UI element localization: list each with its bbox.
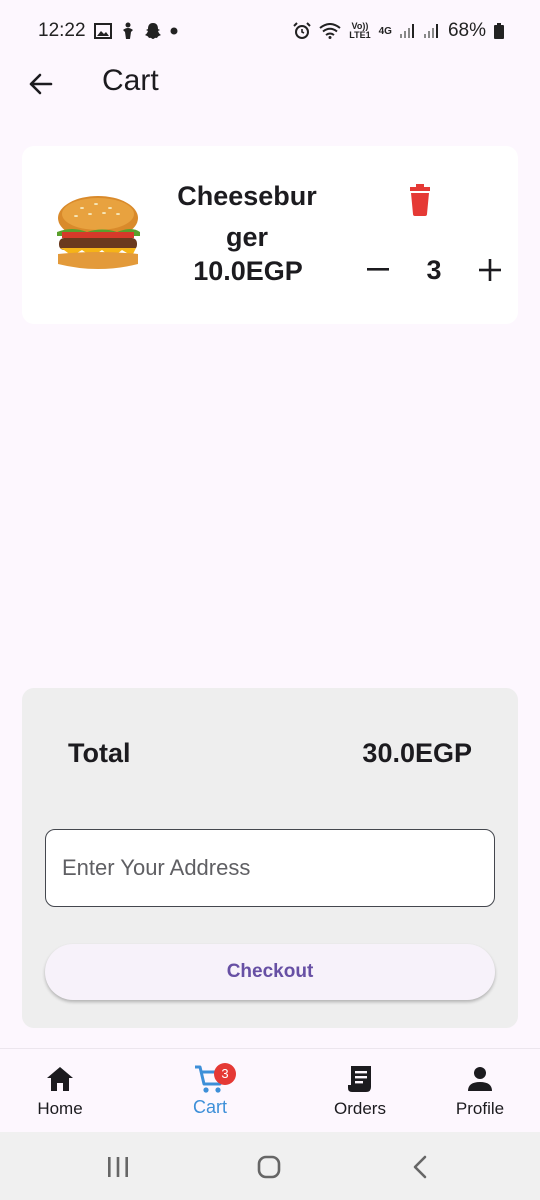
page-title: Cart bbox=[102, 64, 159, 97]
cart-icon: 3 bbox=[160, 1063, 260, 1095]
back-button[interactable] bbox=[24, 66, 56, 102]
item-name: Cheeseburger bbox=[177, 181, 317, 252]
system-back-button[interactable] bbox=[400, 1152, 440, 1182]
home-circle-icon bbox=[257, 1155, 281, 1179]
decrease-quantity-button[interactable] bbox=[364, 256, 392, 284]
recent-apps-icon bbox=[108, 1157, 128, 1177]
increase-quantity-button[interactable] bbox=[476, 256, 504, 284]
bottom-navigation: Home 3 Cart Orders Profile bbox=[0, 1048, 540, 1132]
signal-icon bbox=[399, 24, 416, 38]
status-right: Vo)) LTE1 4G 68% bbox=[293, 20, 504, 42]
order-summary-panel: Total 30.0EGP Checkout bbox=[22, 688, 518, 1028]
status-time: 12:22 bbox=[38, 20, 86, 41]
battery-percent: 68% bbox=[447, 20, 486, 41]
arrow-back-icon bbox=[29, 73, 53, 95]
status-bar: 12:22 Vo)) LTE1 4G 68% bbox=[0, 0, 540, 62]
nav-label-home: Home bbox=[37, 1099, 83, 1118]
nav-item-cart[interactable]: 3 Cart bbox=[160, 1063, 260, 1118]
nav-item-home[interactable]: Home bbox=[10, 1063, 110, 1119]
dot-icon bbox=[170, 27, 178, 35]
wifi-icon bbox=[319, 23, 341, 39]
system-navigation-bar bbox=[0, 1132, 540, 1200]
trash-icon bbox=[410, 184, 430, 216]
lte-text: LTE1 bbox=[349, 30, 371, 40]
person-icon bbox=[430, 1063, 530, 1095]
cart-item-card: Cheeseburger 10.0EGP 3 bbox=[22, 146, 518, 324]
app-bar: Cart bbox=[0, 62, 540, 106]
burger-image bbox=[57, 196, 140, 269]
volte-label: Vo)) LTE1 bbox=[349, 22, 370, 40]
nav-item-orders[interactable]: Orders bbox=[310, 1063, 410, 1119]
alarm-icon bbox=[293, 22, 311, 40]
total-value: 30.0EGP bbox=[362, 738, 472, 768]
gen-label: 4G bbox=[379, 26, 392, 37]
gen-text: 4G bbox=[378, 25, 392, 37]
nav-label-orders: Orders bbox=[334, 1099, 386, 1118]
checkout-button[interactable]: Checkout bbox=[45, 944, 495, 1000]
total-label: Total bbox=[68, 738, 131, 768]
status-left: 12:22 bbox=[38, 20, 178, 42]
nav-item-profile[interactable]: Profile bbox=[430, 1063, 530, 1119]
receipt-icon bbox=[310, 1063, 410, 1095]
accessibility-icon bbox=[120, 22, 136, 40]
quantity-stepper: 3 bbox=[364, 250, 504, 290]
minus-icon bbox=[367, 268, 389, 271]
item-price: 10.0EGP bbox=[193, 256, 303, 286]
recent-apps-button[interactable] bbox=[98, 1152, 138, 1182]
cart-badge: 3 bbox=[214, 1063, 236, 1085]
nav-label-profile: Profile bbox=[455, 1099, 505, 1118]
plus-icon bbox=[479, 259, 501, 281]
quantity-value: 3 bbox=[426, 254, 442, 285]
home-icon bbox=[10, 1063, 110, 1095]
delete-button[interactable] bbox=[406, 184, 434, 216]
address-input[interactable] bbox=[45, 829, 495, 907]
back-chevron-icon bbox=[413, 1155, 427, 1179]
battery-icon bbox=[494, 23, 504, 39]
snapchat-icon bbox=[144, 22, 162, 40]
nav-label-cart: Cart bbox=[192, 1097, 227, 1117]
system-home-button[interactable] bbox=[249, 1152, 289, 1182]
image-icon bbox=[93, 23, 112, 39]
signal-icon bbox=[423, 24, 440, 38]
